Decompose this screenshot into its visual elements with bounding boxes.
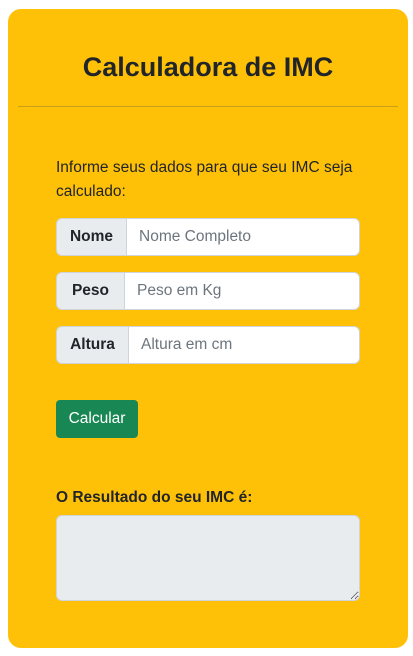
bmi-calculator-card: Calculadora de IMC Informe seus dados pa… (8, 9, 408, 648)
result-label: O Resultado do seu IMC é: (56, 489, 253, 506)
height-input-group: Altura (56, 326, 360, 364)
name-input[interactable] (127, 218, 360, 256)
height-input[interactable] (129, 326, 360, 364)
name-label: Nome (56, 218, 127, 256)
page-title: Calculadora de IMC (82, 52, 334, 82)
intro-text: Informe seus dados para que seu IMC seja… (56, 159, 353, 200)
height-label: Altura (56, 326, 129, 364)
weight-input-group: Peso (56, 272, 360, 310)
title-divider (18, 106, 398, 107)
name-input-group: Nome (56, 218, 360, 256)
weight-label: Peso (56, 272, 125, 310)
result-textarea[interactable] (56, 515, 360, 601)
weight-input[interactable] (125, 272, 360, 310)
calculate-button[interactable]: Calcular (56, 400, 138, 438)
